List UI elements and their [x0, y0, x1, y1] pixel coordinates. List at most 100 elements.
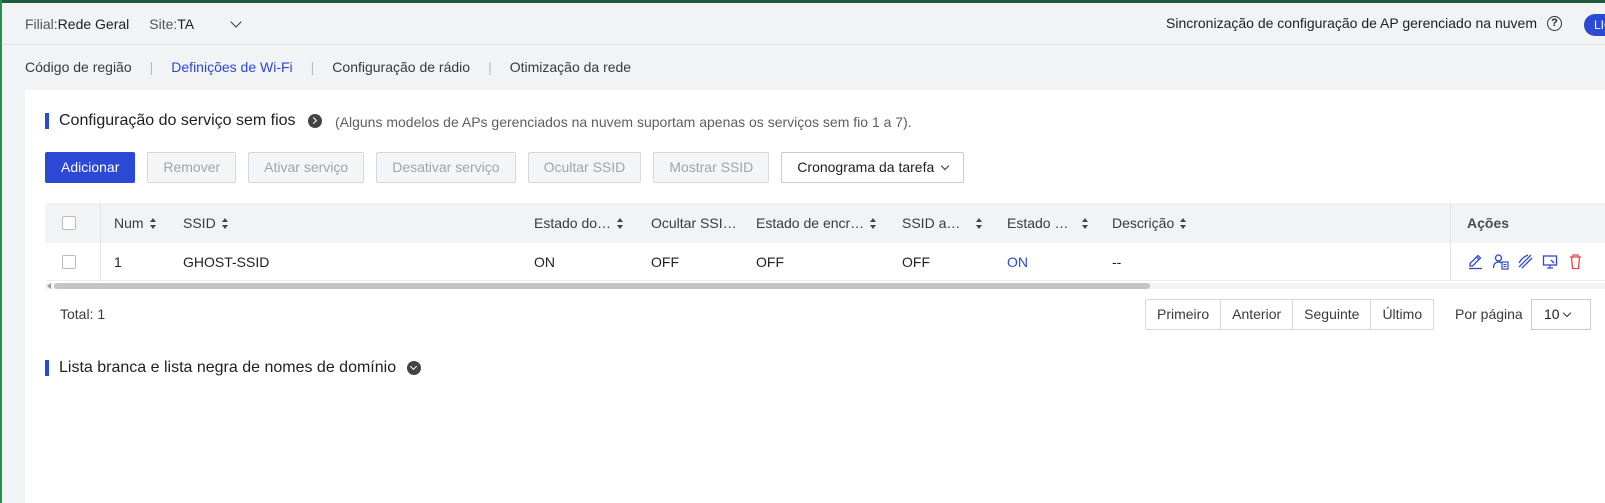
table-header: Num SSID Estado do… Ocultar SSI… Estado …: [45, 203, 1605, 243]
row-cell-hide: OFF: [651, 253, 679, 270]
chevron-down-circle-icon[interactable]: [407, 361, 422, 375]
row-cell-num: 1: [114, 253, 122, 270]
toolbar: Adicionar Remover Ativar serviço Desativ…: [45, 152, 965, 183]
header-cell-ssid-a[interactable]: SSID a…: [902, 203, 982, 243]
column-label: SSID a…: [902, 215, 961, 231]
chevron-right-circle-icon[interactable]: [307, 114, 322, 128]
section-note: (Alguns modelos de APs gerenciados na nu…: [335, 114, 912, 130]
sort-icon[interactable]: [617, 217, 624, 229]
edit-icon[interactable]: [1467, 253, 1484, 270]
branch-label: Filial:: [25, 15, 58, 32]
remove-button[interactable]: Remover: [147, 152, 237, 183]
schedule-dropdown[interactable]: Cronograma da tarefa: [781, 152, 965, 183]
section-title-text: Configuração do serviço sem fios: [59, 112, 296, 129]
per-page-label: Por página: [1455, 306, 1523, 322]
site-value: TA: [177, 15, 195, 32]
header-cell-description[interactable]: Descrição: [1112, 203, 1187, 243]
last-page-button[interactable]: Último: [1370, 299, 1435, 330]
site-label: Site:: [149, 15, 178, 32]
row-cell-ssid-a: OFF: [902, 253, 930, 270]
header-cell-encryption[interactable]: Estado de encr…: [756, 203, 877, 243]
actions-divider: [1450, 203, 1451, 281]
prev-page-button[interactable]: Anterior: [1220, 299, 1294, 330]
chevron-down-icon: [1562, 308, 1571, 317]
tab-separator: |: [149, 59, 154, 75]
next-page-button[interactable]: Seguinte: [1292, 299, 1372, 330]
tab-separator: |: [488, 59, 492, 75]
row-cell-select: [62, 243, 76, 280]
column-label: Estado …: [1007, 215, 1069, 231]
domain-list-section-title: Lista branca e lista negra de nomes de d…: [45, 359, 422, 377]
header-cell-select: [62, 203, 76, 243]
per-page-select[interactable]: 10: [1531, 299, 1591, 330]
row-cell-state: ON: [534, 253, 555, 270]
column-label: Num: [114, 215, 144, 231]
column-label: Estado do…: [534, 215, 612, 231]
sort-icon[interactable]: [870, 217, 877, 229]
row-cell-actions: [1467, 243, 1605, 280]
sort-icon[interactable]: [1082, 217, 1089, 229]
row-cell-status-link[interactable]: ON: [1007, 243, 1028, 280]
section-marker: [45, 360, 49, 376]
tab-separator: |: [310, 59, 315, 75]
per-page-value: 10: [1544, 306, 1560, 322]
enable-service-button[interactable]: Ativar serviço: [248, 152, 365, 183]
status-toggle-badge[interactable]: LIG: [1584, 14, 1605, 36]
disable-service-button[interactable]: Desativar serviço: [376, 152, 516, 183]
chevron-down-icon[interactable]: [230, 15, 242, 28]
user-config-icon[interactable]: [1492, 253, 1509, 270]
add-button[interactable]: Adicionar: [45, 152, 136, 183]
tab-network-optimization[interactable]: Otimização da rede: [510, 59, 631, 75]
delete-icon[interactable]: [1567, 253, 1584, 270]
scroll-left-icon[interactable]: [47, 283, 51, 289]
schedule-label: Cronograma da tarefa: [797, 159, 935, 175]
header-cell-num[interactable]: Num: [114, 203, 157, 243]
tab-radio-config[interactable]: Configuração de rádio: [332, 59, 470, 75]
device-binding-icon[interactable]: [1542, 253, 1559, 270]
row-actions: [1467, 253, 1584, 270]
first-page-button[interactable]: Primeiro: [1145, 299, 1222, 330]
pagination: Primeiro Anterior Seguinte Último: [1145, 299, 1435, 330]
signal-icon[interactable]: [1517, 253, 1534, 270]
table-row[interactable]: 1 GHOST-SSID ON OFF OFF OFF ON --: [45, 243, 1605, 281]
section-marker: [45, 113, 49, 129]
hide-ssid-button[interactable]: Ocultar SSID: [527, 152, 642, 183]
branch-selector[interactable]: Filial:Rede Geral: [25, 16, 129, 32]
column-label: Ocultar SSI…: [651, 215, 737, 231]
tab-wifi-settings[interactable]: Definições de Wi-Fi: [171, 59, 292, 75]
row-cell-ssid: GHOST-SSID: [183, 253, 270, 270]
tab-bar: Código de região | Definições de Wi-Fi |…: [25, 59, 631, 75]
column-label: Estado de encr…: [756, 215, 865, 231]
branch-value: Rede Geral: [57, 15, 130, 32]
header-cell-state[interactable]: Estado do…: [534, 203, 624, 243]
row-cell-description: --: [1112, 253, 1122, 270]
column-label: SSID: [183, 215, 216, 231]
chevron-down-icon: [941, 161, 950, 170]
header-cell-ssid[interactable]: SSID: [183, 203, 229, 243]
sort-icon[interactable]: [976, 217, 982, 229]
help-icon[interactable]: ?: [1547, 16, 1562, 31]
main-panel: Configuração do serviço sem fios (Alguns…: [25, 90, 1605, 503]
left-accent-line: [0, 0, 2, 503]
show-ssid-button[interactable]: Mostrar SSID: [653, 152, 770, 183]
column-divider: [100, 203, 101, 281]
column-label: Descrição: [1112, 215, 1175, 231]
select-all-checkbox[interactable]: [62, 216, 76, 230]
row-checkbox[interactable]: [62, 254, 76, 269]
wireless-table: Num SSID Estado do… Ocultar SSI… Estado …: [45, 203, 1605, 281]
total-count: Total: 1: [60, 306, 106, 322]
cloud-sync-label: Sincronização de configuração de AP gere…: [1166, 15, 1537, 31]
sort-icon[interactable]: [1180, 217, 1187, 229]
top-bar: Filial:Rede Geral Site: TA Sincronização …: [2, 3, 1605, 45]
section-title-text: Lista branca e lista negra de nomes de d…: [59, 359, 397, 376]
wireless-section-title: Configuração do serviço sem fios: [45, 112, 322, 130]
row-cell-encryption: OFF: [756, 253, 784, 270]
horizontal-scrollbar[interactable]: [45, 283, 1605, 289]
scrollbar-thumb[interactable]: [54, 283, 1150, 289]
header-cell-status[interactable]: Estado …: [1007, 203, 1089, 243]
header-cell-hide[interactable]: Ocultar SSI…: [651, 203, 741, 243]
tab-region-code[interactable]: Código de região: [25, 59, 132, 75]
site-selector[interactable]: Site: TA: [149, 15, 242, 32]
sort-icon[interactable]: [221, 217, 229, 229]
sort-icon[interactable]: [149, 217, 157, 229]
